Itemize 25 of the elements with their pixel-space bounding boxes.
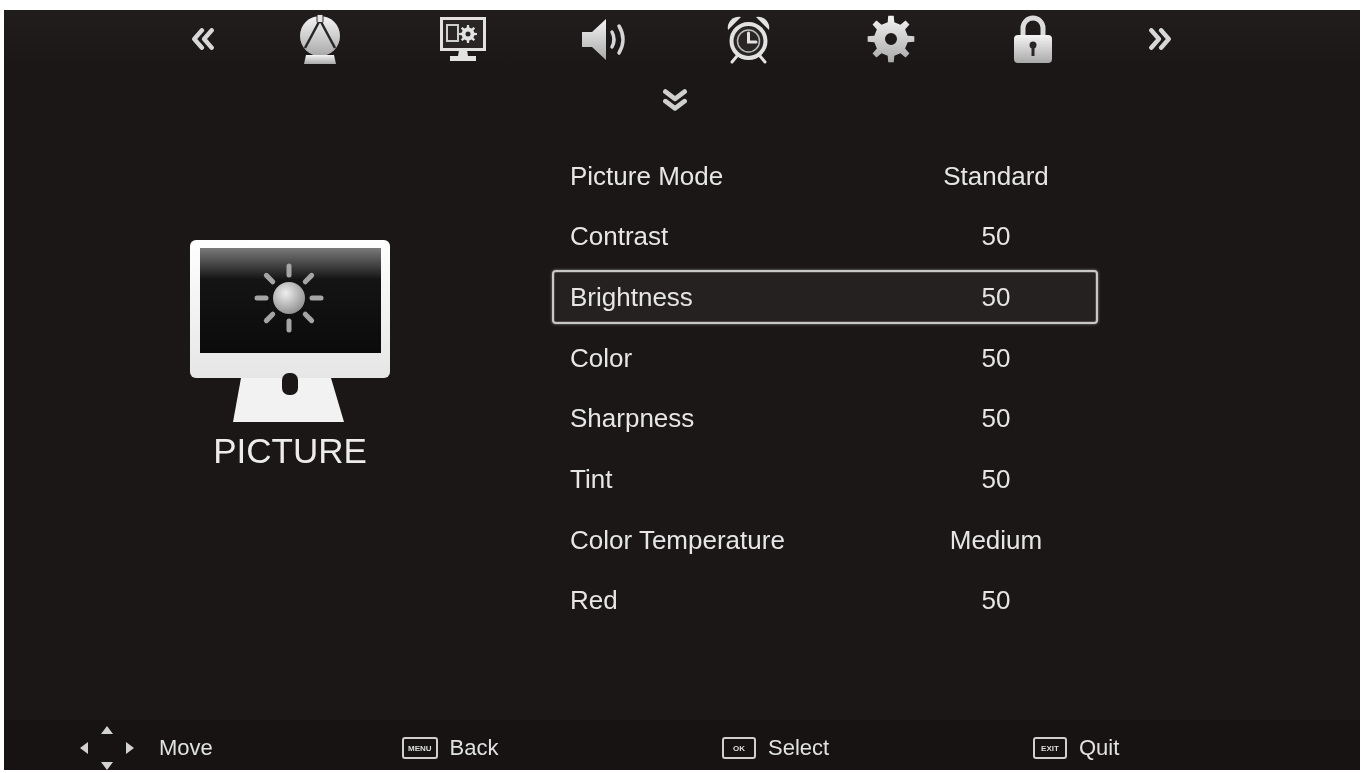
menu-item[interactable]: Red 50 <box>552 573 1098 628</box>
padlock-icon[interactable] <box>1013 14 1054 64</box>
menu-item[interactable]: Contrast 50 <box>552 209 1098 264</box>
dpad-arrows-icon <box>80 726 134 770</box>
menu-item[interactable]: Color 50 <box>552 331 1098 386</box>
remote-key: EXIT <box>1033 737 1067 759</box>
hint-label: Back <box>449 735 499 761</box>
section-title: PICTURE <box>213 431 367 471</box>
hint-label: Select <box>768 735 830 761</box>
alarm-clock-icon[interactable] <box>725 14 771 64</box>
double-chevron-down-icon <box>663 88 687 112</box>
remote-key: OK <box>722 737 756 759</box>
menu-item[interactable]: Brightness 50 <box>552 270 1098 325</box>
monitor-sun-icon <box>190 240 390 422</box>
gear-icon[interactable] <box>866 15 915 63</box>
double-chevron-right-icon[interactable] <box>1147 28 1172 50</box>
menu-item[interactable]: Color Temperature Medium <box>552 513 1098 568</box>
remote-key: MENU <box>402 737 438 759</box>
menu-item[interactable]: Picture Mode Standard <box>552 149 1098 203</box>
menu-item[interactable]: Tint 50 <box>552 452 1098 507</box>
menu-item[interactable]: Sharpness 50 <box>552 391 1098 446</box>
hint-label: Quit <box>1079 735 1120 761</box>
hint-label: Move <box>159 735 213 761</box>
monitor-gear-icon[interactable] <box>439 17 486 61</box>
double-chevron-left-icon[interactable] <box>191 28 215 50</box>
